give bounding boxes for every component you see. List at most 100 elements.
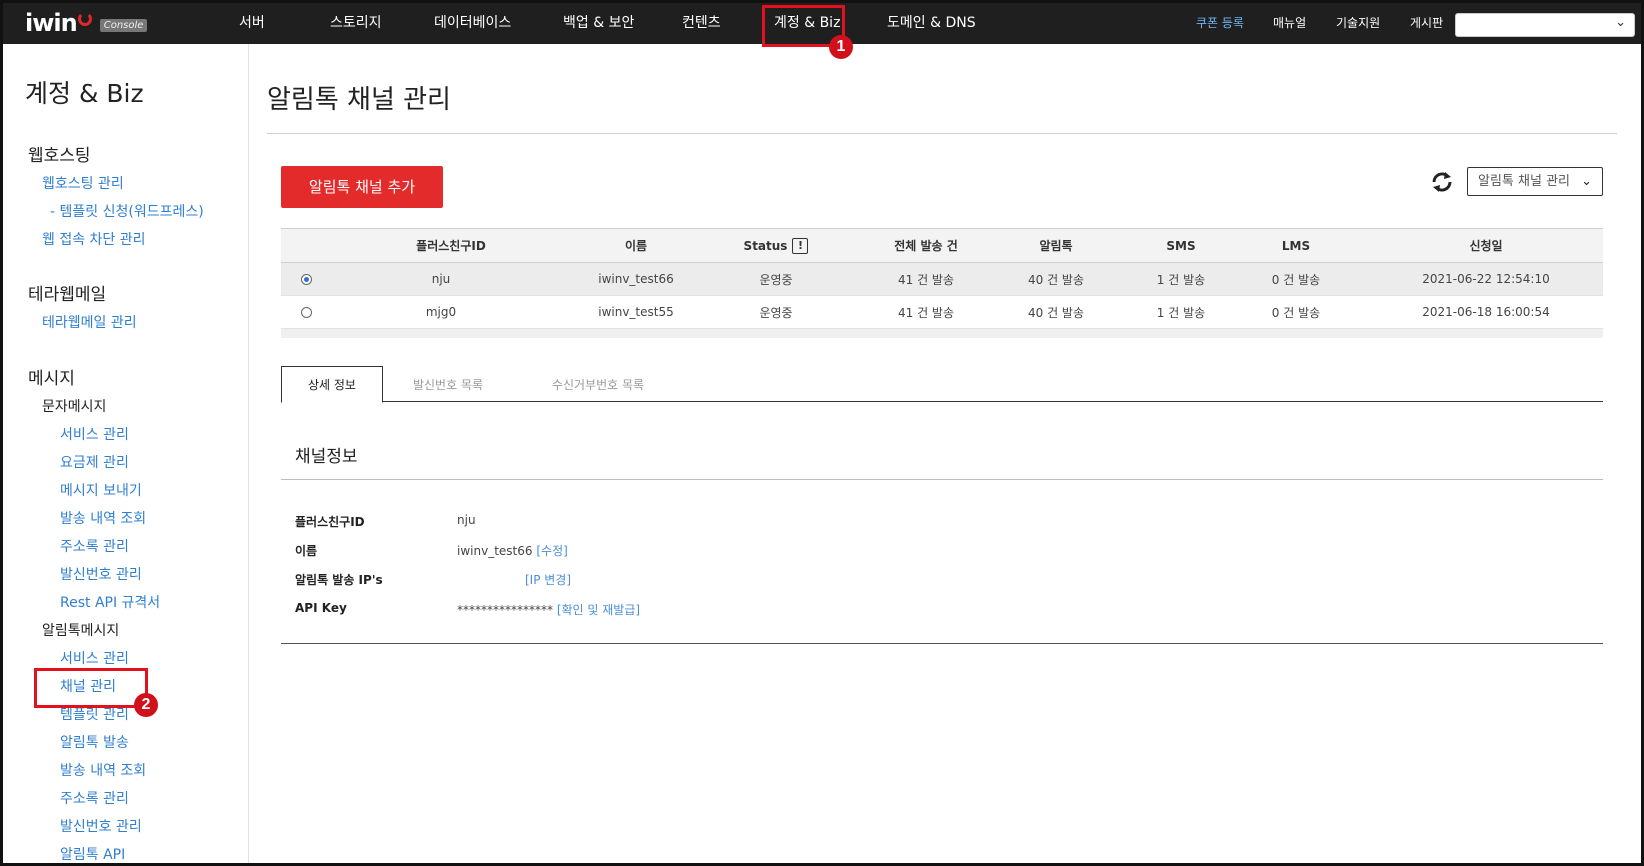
- sidebar-section-webhosting: 웹호스팅: [28, 146, 91, 166]
- row-radio-cell[interactable]: [291, 263, 321, 295]
- highlight-box-2: [34, 668, 148, 708]
- sidebar-item-sms-history[interactable]: 발송 내역 조회: [60, 508, 146, 528]
- channel-menu-dropdown[interactable]: 알림톡 채널 관리 ⌄: [1467, 167, 1603, 196]
- sidebar-item-alimtalk-send[interactable]: 알림톡 발송: [60, 732, 129, 752]
- detail-tabs: 상세 정보 발신번호 목록 수신거부번호 목록: [281, 366, 1603, 403]
- status-info-icon[interactable]: !: [792, 237, 809, 254]
- nav-storage[interactable]: 스토리지: [330, 3, 382, 44]
- nav-database[interactable]: 데이터베이스: [434, 3, 511, 44]
- cell-status: 운영중: [759, 305, 793, 320]
- logo-text: iwin: [25, 9, 78, 37]
- edit-name-link[interactable]: [수정]: [536, 544, 567, 558]
- cell-alimtalk: 40 건 발송: [1027, 305, 1085, 320]
- tab-reject-numbers[interactable]: 수신거부번호 목록: [513, 366, 683, 403]
- col-total-sent: 전체 발송 건: [894, 239, 958, 253]
- cell-alimtalk: 40 건 발송: [1027, 272, 1085, 287]
- info-value-name: iwinv_test66: [457, 544, 533, 558]
- sidebar-item-sms-plan[interactable]: 요금제 관리: [60, 452, 129, 472]
- top-select[interactable]: ⌄: [1455, 13, 1635, 37]
- tab-detail-info[interactable]: 상세 정보: [281, 366, 383, 403]
- nav-tech-support[interactable]: 기술지원: [1336, 3, 1380, 44]
- nav-board[interactable]: 게시판: [1410, 3, 1443, 44]
- info-value-name-group: iwinv_test66 [수정]: [457, 542, 568, 559]
- sidebar-item-alimtalk-history[interactable]: 발송 내역 조회: [60, 760, 146, 780]
- add-channel-button[interactable]: 알림톡 채널 추가: [281, 166, 443, 208]
- cell-status: 운영중: [759, 272, 793, 287]
- cell-sms: 1 건 발송: [1156, 272, 1206, 287]
- table-header: 플러스친구ID 이름 Status ! 전체 발송 건 알림톡 SMS LMS …: [281, 228, 1603, 263]
- row-radio-cell[interactable]: [291, 296, 321, 328]
- chevron-down-icon: ⌄: [1581, 174, 1592, 189]
- sidebar-item-sms-rest-api[interactable]: Rest API 규격서: [60, 592, 160, 612]
- sidebar-subsection-sms: 문자메시지: [42, 399, 107, 415]
- col-status: Status !: [711, 229, 841, 262]
- title-divider: [267, 133, 1617, 134]
- window-frame: iwin Console 서버 스토리지 데이터베이스 백업 & 보안 컨텐츠 …: [0, 0, 1644, 866]
- info-label-plusfriend-id: 플러스친구ID: [295, 515, 365, 529]
- tab-sender-numbers[interactable]: 발신번호 목록: [383, 366, 513, 403]
- channel-table: 플러스친구ID 이름 Status ! 전체 발송 건 알림톡 SMS LMS …: [281, 228, 1603, 338]
- sidebar-item-alimtalk-api[interactable]: 알림톡 API: [60, 844, 125, 863]
- col-lms: LMS: [1281, 238, 1311, 253]
- sidebar-section-message: 메시지: [28, 369, 75, 389]
- cell-plusfriend-id: mjg0: [425, 305, 457, 319]
- nav-manual[interactable]: 매뉴얼: [1273, 3, 1306, 44]
- logo-swoosh-icon: [77, 12, 92, 26]
- sidebar: 계정 & Biz 웹호스팅 웹호스팅 관리 - 템플릿 신청(워드프레스) 웹 …: [3, 44, 249, 863]
- sidebar-item-sms-addressbook[interactable]: 주소록 관리: [60, 536, 129, 556]
- sidebar-item-template-request[interactable]: - 템플릿 신청(워드프레스): [50, 201, 204, 221]
- cell-sms: 1 건 발송: [1156, 305, 1206, 320]
- sidebar-item-sms-service[interactable]: 서비스 관리: [60, 424, 129, 444]
- cell-applied-date: 2021-06-22 12:54:10: [1422, 272, 1550, 286]
- page-title: 알림톡 채널 관리: [267, 85, 451, 115]
- sidebar-item-alimtalk-sender-number[interactable]: 발신번호 관리: [60, 816, 142, 836]
- sidebar-section-terawebmail: 테라웹메일: [28, 285, 107, 305]
- info-label-api-key: API Key: [295, 601, 347, 615]
- reissue-api-key-link[interactable]: [확인 및 재발급]: [557, 603, 640, 617]
- table-footer: [281, 329, 1603, 338]
- info-label-name: 이름: [295, 544, 318, 558]
- console-badge: Console: [99, 18, 148, 32]
- sidebar-item-alimtalk-addressbook[interactable]: 주소록 관리: [60, 788, 129, 808]
- cell-total-sent: 41 건 발송: [897, 305, 955, 320]
- col-plusfriend-id: 플러스친구ID: [416, 239, 486, 253]
- cell-lms: 0 건 발송: [1271, 305, 1321, 320]
- cell-total-sent: 41 건 발송: [897, 272, 955, 287]
- channel-info-title: 채널정보: [295, 447, 358, 467]
- cell-name: iwinv_test55: [598, 305, 674, 319]
- info-value-plusfriend-id: nju: [457, 513, 476, 527]
- nav-server[interactable]: 서버: [239, 3, 265, 44]
- col-sms: SMS: [1166, 238, 1196, 253]
- step-badge-1: 1: [829, 35, 853, 59]
- table-row[interactable]: mjg0 iwinv_test55 운영중 41 건 발송 40 건 발송 1 …: [281, 296, 1603, 329]
- col-alimtalk: 알림톡: [1039, 239, 1073, 253]
- nav-contents[interactable]: 컨텐츠: [682, 3, 721, 44]
- sidebar-item-alimtalk-service[interactable]: 서비스 관리: [60, 648, 129, 668]
- bottom-divider: [281, 643, 1603, 644]
- channel-menu-dropdown-value: 알림톡 채널 관리: [1478, 174, 1570, 189]
- sidebar-title: 계정 & Biz: [25, 79, 144, 108]
- cell-lms: 0 건 발송: [1271, 272, 1321, 287]
- step-badge-2: 2: [134, 693, 158, 717]
- cell-name: iwinv_test66: [598, 272, 674, 286]
- sidebar-item-webhosting-manage[interactable]: 웹호스팅 관리: [42, 173, 124, 193]
- nav-backup-security[interactable]: 백업 & 보안: [563, 3, 634, 44]
- sidebar-item-web-access-block[interactable]: 웹 접속 차단 관리: [42, 229, 146, 249]
- info-value-api-key: ****************: [457, 603, 553, 617]
- col-applied-date: 신청일: [1469, 239, 1503, 253]
- info-label-send-ips: 알림톡 발송 IP's: [295, 573, 383, 587]
- row-radio[interactable]: [300, 306, 312, 318]
- sidebar-item-sms-sender-number[interactable]: 발신번호 관리: [60, 564, 142, 584]
- section-divider: [281, 479, 1603, 480]
- table-row[interactable]: nju iwinv_test66 운영중 41 건 발송 40 건 발송 1 건…: [281, 263, 1603, 296]
- refresh-icon[interactable]: [1429, 169, 1455, 195]
- nav-coupon-register[interactable]: 쿠폰 등록: [1196, 3, 1244, 44]
- sidebar-item-sms-send[interactable]: 메시지 보내기: [60, 480, 142, 500]
- row-radio-selected[interactable]: [300, 273, 312, 285]
- col-name: 이름: [624, 239, 648, 253]
- nav-domain-dns[interactable]: 도메인 & DNS: [887, 3, 976, 44]
- sidebar-item-terawebmail-manage[interactable]: 테라웹메일 관리: [42, 312, 137, 332]
- chevron-down-icon: ⌄: [1615, 15, 1626, 30]
- change-ip-link[interactable]: [IP 변경]: [525, 571, 571, 588]
- iwinv-logo[interactable]: iwin Console: [25, 9, 148, 37]
